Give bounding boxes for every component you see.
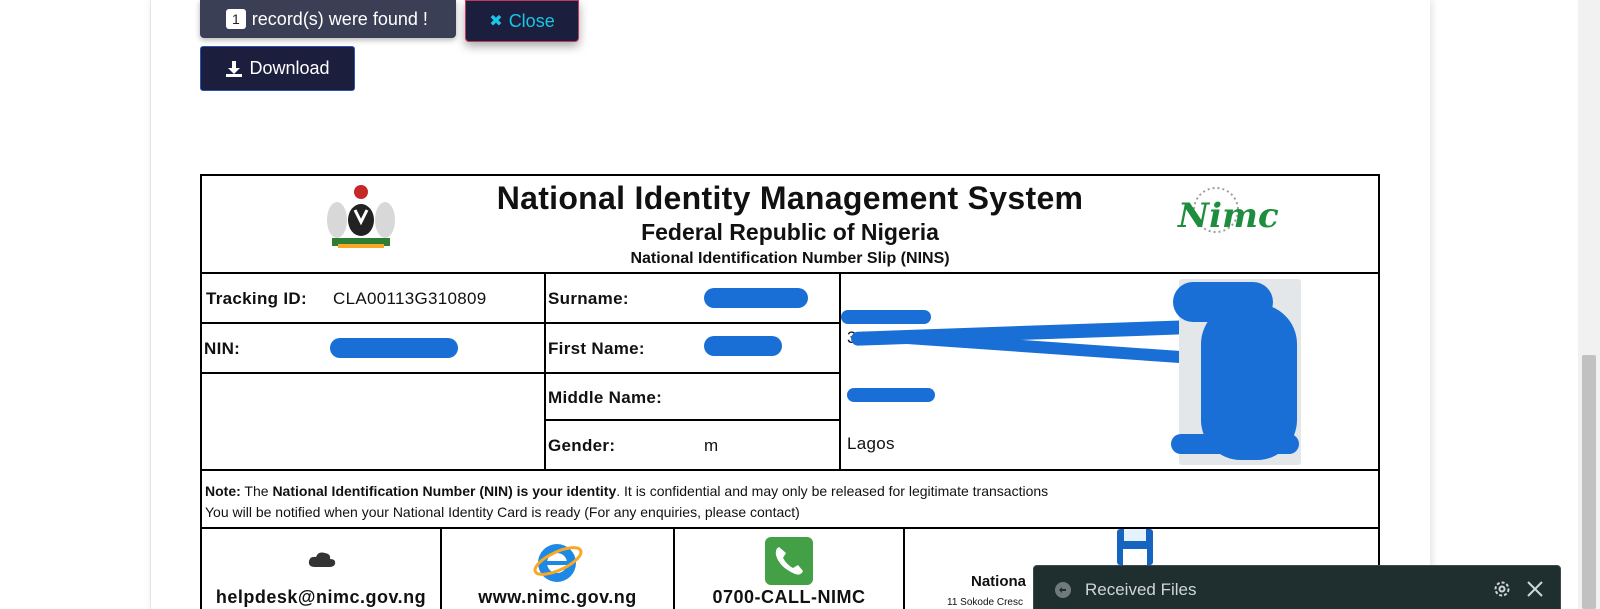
close-label: Close: [508, 10, 555, 31]
slip-name: National Identification Number Slip (NIN…: [630, 250, 950, 267]
middlename-label: Middle Name:: [548, 388, 663, 407]
firstname-label: First Name:: [548, 339, 645, 358]
surname-label: Surname:: [548, 289, 629, 308]
nimc-logo-text: Nimc: [1178, 196, 1279, 236]
download-button[interactable]: Download: [200, 46, 355, 91]
redaction-mark: [330, 338, 458, 358]
contact-email-text: helpdesk@nimc.gov.ng: [215, 587, 427, 607]
contact-phone: 0700-CALL-NIMC: [675, 529, 905, 609]
gear-icon[interactable]: [1492, 579, 1512, 599]
contact-office-address: 11 Sokode Cresc: [947, 597, 1023, 608]
record-count-badge: 1: [226, 9, 246, 29]
nin-slip: National Identity Management System Fede…: [200, 174, 1380, 609]
close-icon[interactable]: [1526, 580, 1544, 598]
received-files-icon: [1055, 582, 1071, 598]
contact-office-name: Nationa: [971, 573, 1027, 590]
tracking-value: CLA00113G310809: [333, 289, 487, 308]
close-icon: ✖: [489, 13, 503, 30]
surname-cell: Surname:: [546, 274, 841, 324]
cloud-icon: [308, 552, 336, 567]
firstname-cell: First Name:: [546, 324, 841, 374]
received-files-panel[interactable]: Received Files: [1033, 565, 1561, 609]
note-pre: The: [240, 483, 273, 499]
note-post: . It is confidential and may only be rel…: [616, 483, 1049, 499]
contact-phone-text: 0700-CALL-NIMC: [712, 587, 866, 607]
note-bold: National Identification Number (NIN) is …: [272, 483, 617, 499]
contact-email: helpdesk@nimc.gov.ng: [202, 529, 442, 609]
gender-label: Gender:: [548, 436, 616, 455]
nimc-logo: Nimc: [1174, 184, 1279, 244]
download-icon: [226, 60, 243, 77]
tracking-label: Tracking ID:: [206, 289, 307, 308]
state-value: Lagos: [847, 434, 895, 453]
slip-note: Note: The National Identification Number…: [202, 473, 1378, 529]
note-line2: You will be notified when your National …: [205, 504, 800, 520]
floppy-disk-icon: [1117, 529, 1153, 565]
received-files-title: Received Files: [1085, 580, 1197, 599]
middlename-cell: Middle Name:: [546, 374, 841, 421]
address-cell: 34 Lagos: [841, 274, 1378, 471]
tracking-cell: Tracking ID: CLA00113G310809: [202, 274, 546, 324]
phone-icon: [765, 537, 813, 585]
close-button[interactable]: ✖ Close: [465, 0, 579, 42]
records-found-text: record(s) were found !: [251, 8, 428, 29]
download-label: Download: [249, 58, 330, 78]
contact-web-text: www.nimc.gov.ng: [478, 587, 637, 607]
nin-cell: NIN:: [202, 324, 546, 374]
redaction-mark: [841, 310, 931, 324]
note-label: Note:: [205, 483, 241, 499]
redaction-mark: [704, 288, 808, 308]
contact-web: www.nimc.gov.ng: [442, 529, 675, 609]
gender-cell: Gender: m: [546, 421, 841, 471]
redaction-mark: [704, 336, 782, 356]
redaction-mark: [1171, 434, 1299, 454]
records-found-banner: 1 record(s) were found !: [200, 0, 456, 38]
scrollbar-thumb[interactable]: [1582, 355, 1596, 609]
slip-header: National Identity Management System Fede…: [202, 176, 1378, 274]
blank-cell: [202, 374, 546, 471]
nin-label: NIN:: [204, 339, 241, 358]
internet-explorer-icon: [533, 544, 583, 582]
redaction-mark: [847, 388, 935, 402]
gender-value: m: [704, 436, 719, 455]
